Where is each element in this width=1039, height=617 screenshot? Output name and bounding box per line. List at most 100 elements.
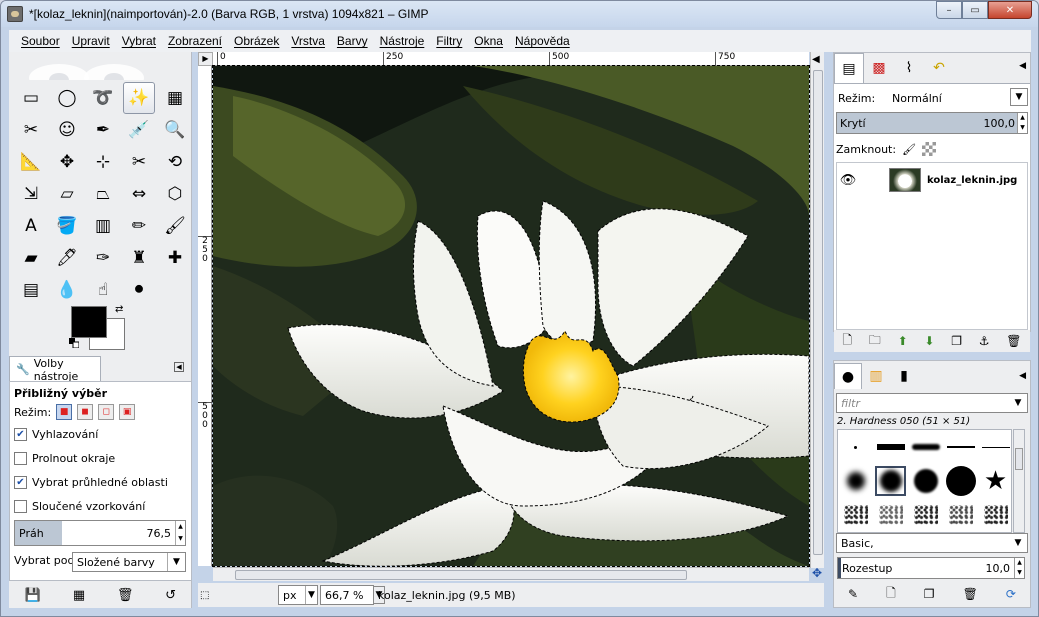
brush-cell[interactable] [838, 430, 873, 464]
select-by-dropdown[interactable]: Složené barvy ▼ [72, 552, 186, 572]
default-colors-icon[interactable] [69, 338, 79, 348]
save-options-icon[interactable]: 💾 [25, 588, 41, 603]
blend-tool-button[interactable]: ▥ [87, 210, 119, 242]
brush-cell[interactable] [908, 430, 943, 464]
tab-layers[interactable]: ▤ [834, 53, 864, 83]
delete-layer-icon[interactable]: 🗑 [1006, 334, 1021, 348]
smudge-tool-button[interactable]: ☝ [87, 274, 119, 306]
brush-cell[interactable] [943, 498, 978, 532]
menu-napoveda[interactable]: Nápověda [509, 34, 576, 48]
raise-layer-icon[interactable]: ⬆ [898, 334, 908, 348]
paintbrush-tool-button[interactable]: 🖌 [159, 210, 191, 242]
menu-zobrazeni[interactable]: Zobrazení [162, 34, 228, 48]
mode-intersect-button[interactable]: ▣ [119, 404, 136, 420]
unit-dropdown[interactable]: px ▼ [278, 585, 318, 605]
rect-select-tool-button[interactable]: ▭ [15, 82, 47, 114]
menu-nastroje[interactable]: Nástroje [374, 34, 431, 48]
perspective-tool-button[interactable]: ⏢ [87, 178, 119, 210]
foreground-select-tool-button[interactable]: ☺ [51, 114, 83, 146]
vertical-scrollbar[interactable]: ◀ [810, 52, 824, 568]
color-selector[interactable]: ⇄ [69, 304, 127, 350]
anchor-layer-icon[interactable]: ⚓ [979, 334, 990, 348]
zoom-dropdown[interactable]: 66,7 % ▼ [320, 585, 385, 605]
cage-transform-tool-button[interactable]: ⬡ [159, 178, 191, 210]
menu-barvy[interactable]: Barvy [331, 34, 374, 48]
menu-vybrat[interactable]: Vybrat [116, 34, 162, 48]
image-canvas[interactable] [212, 65, 810, 567]
move-tool-button[interactable]: ✥ [51, 146, 83, 178]
duplicate-brush-icon[interactable]: ❐ [924, 587, 935, 601]
foreground-color[interactable] [71, 306, 107, 338]
measure-tool-button[interactable]: 📐 [15, 146, 47, 178]
new-layer-icon[interactable]: 🗋 [842, 331, 852, 352]
feather-checkbox[interactable] [14, 452, 27, 465]
close-button[interactable]: ✕ [988, 1, 1032, 19]
brush-cell[interactable] [838, 464, 873, 498]
perspective-clone-tool-button[interactable]: ▤ [15, 274, 47, 306]
text-tool-button[interactable]: A [15, 210, 47, 242]
threshold-slider[interactable]: Práh 76,5 ▲ ▼ [14, 520, 186, 546]
tab-gradients[interactable]: ▮ [890, 363, 918, 389]
visibility-eye-icon[interactable]: 👁 [837, 173, 859, 188]
brush-cell[interactable] [873, 430, 908, 464]
lock-alpha-icon[interactable] [922, 142, 937, 156]
brush-cell[interactable] [873, 498, 908, 532]
fuzzy-select-tool-button[interactable]: ✨ [123, 82, 155, 114]
opacity-slider[interactable]: Krytí 100,0 ▲ ▼ [836, 112, 1028, 134]
panel-menu-icon[interactable]: ◀ [1019, 371, 1026, 381]
layer-mode-dropdown[interactable]: Normální ▼ [888, 88, 1028, 108]
menu-obrazek[interactable]: Obrázek [228, 34, 285, 48]
antialias-checkbox[interactable]: ✔ [14, 428, 27, 441]
blur-tool-button[interactable]: 💧 [51, 274, 83, 306]
layer-row[interactable]: 👁 kolaz_leknin.jpg [837, 163, 1027, 197]
brush-cell[interactable] [908, 498, 943, 532]
option-merged[interactable]: Sloučené vzorkování [14, 500, 145, 513]
tab-channels[interactable]: ▩ [864, 53, 894, 83]
brush-cell[interactable] [978, 430, 1013, 464]
clone-tool-button[interactable]: ♜ [123, 242, 155, 274]
menu-filtry[interactable]: Filtry [430, 34, 468, 48]
brush-preset-dropdown[interactable]: Basic, ▼ [836, 533, 1028, 553]
align-tool-button[interactable]: ⊹ [87, 146, 119, 178]
refresh-brushes-icon[interactable]: ⟳ [1006, 587, 1016, 601]
delete-brush-icon[interactable]: 🗑 [963, 587, 978, 601]
tab-tool-options[interactable]: 🔧 Volby nástroje [9, 356, 101, 383]
option-antialias[interactable]: ✔ Vyhlazování [14, 428, 98, 441]
scale-tool-button[interactable]: ⇲ [15, 178, 47, 210]
shear-tool-button[interactable]: ▱ [51, 178, 83, 210]
brush-scroll-thumb[interactable] [1015, 448, 1023, 470]
reset-options-icon[interactable]: ↺ [165, 588, 176, 603]
transparent-checkbox[interactable]: ✔ [14, 476, 27, 489]
brush-cell[interactable] [943, 464, 978, 498]
horizontal-scrollbar[interactable] [213, 567, 809, 581]
threshold-spin-button[interactable]: ▲ ▼ [175, 521, 185, 545]
panel-menu-icon[interactable]: ◀ [812, 54, 820, 65]
menu-okna[interactable]: Okna [468, 34, 509, 48]
menu-soubor[interactable]: Soubor [15, 34, 66, 48]
bucket-fill-tool-button[interactable]: 🪣 [51, 210, 83, 242]
navigate-icon[interactable]: ✥ [810, 567, 824, 581]
rotate-tool-button[interactable]: ⟲ [159, 146, 191, 178]
spacing-spin-button[interactable]: ▲ ▼ [1014, 558, 1024, 578]
opacity-spin-button[interactable]: ▲ ▼ [1017, 113, 1027, 133]
lower-layer-icon[interactable]: ⬇ [924, 334, 934, 348]
swap-colors-icon[interactable]: ⇄ [115, 304, 123, 315]
ruler-corner-button[interactable]: ▶ [198, 52, 213, 66]
panel-menu-icon[interactable]: ◀ [1019, 61, 1026, 71]
free-select-tool-button[interactable]: ➰ [87, 82, 119, 114]
brush-filter-input[interactable]: filtr ▼ [836, 393, 1028, 413]
scissors-select-tool-button[interactable]: ✂ [15, 114, 47, 146]
brush-cell[interactable] [908, 464, 943, 498]
tab-undo[interactable]: ↶ [924, 53, 954, 83]
color-picker-tool-button[interactable]: 💉 [123, 114, 155, 146]
tab-paths[interactable]: ⌇ [894, 53, 924, 83]
brush-grid-scrollbar[interactable] [1013, 429, 1025, 533]
zoom-tool-button[interactable]: 🔍 [159, 114, 191, 146]
duplicate-layer-icon[interactable]: ❐ [951, 334, 962, 348]
color-select-tool-button[interactable]: ▦ [159, 82, 191, 114]
quick-mask-icon[interactable]: ⬚ [200, 590, 209, 601]
lock-pixels-icon[interactable]: 🖌 [902, 143, 916, 156]
ink-tool-button[interactable]: ✑ [87, 242, 119, 274]
airbrush-tool-button[interactable]: 🖊 [51, 242, 83, 274]
new-layer-group-icon[interactable]: 🗀 [869, 331, 881, 352]
